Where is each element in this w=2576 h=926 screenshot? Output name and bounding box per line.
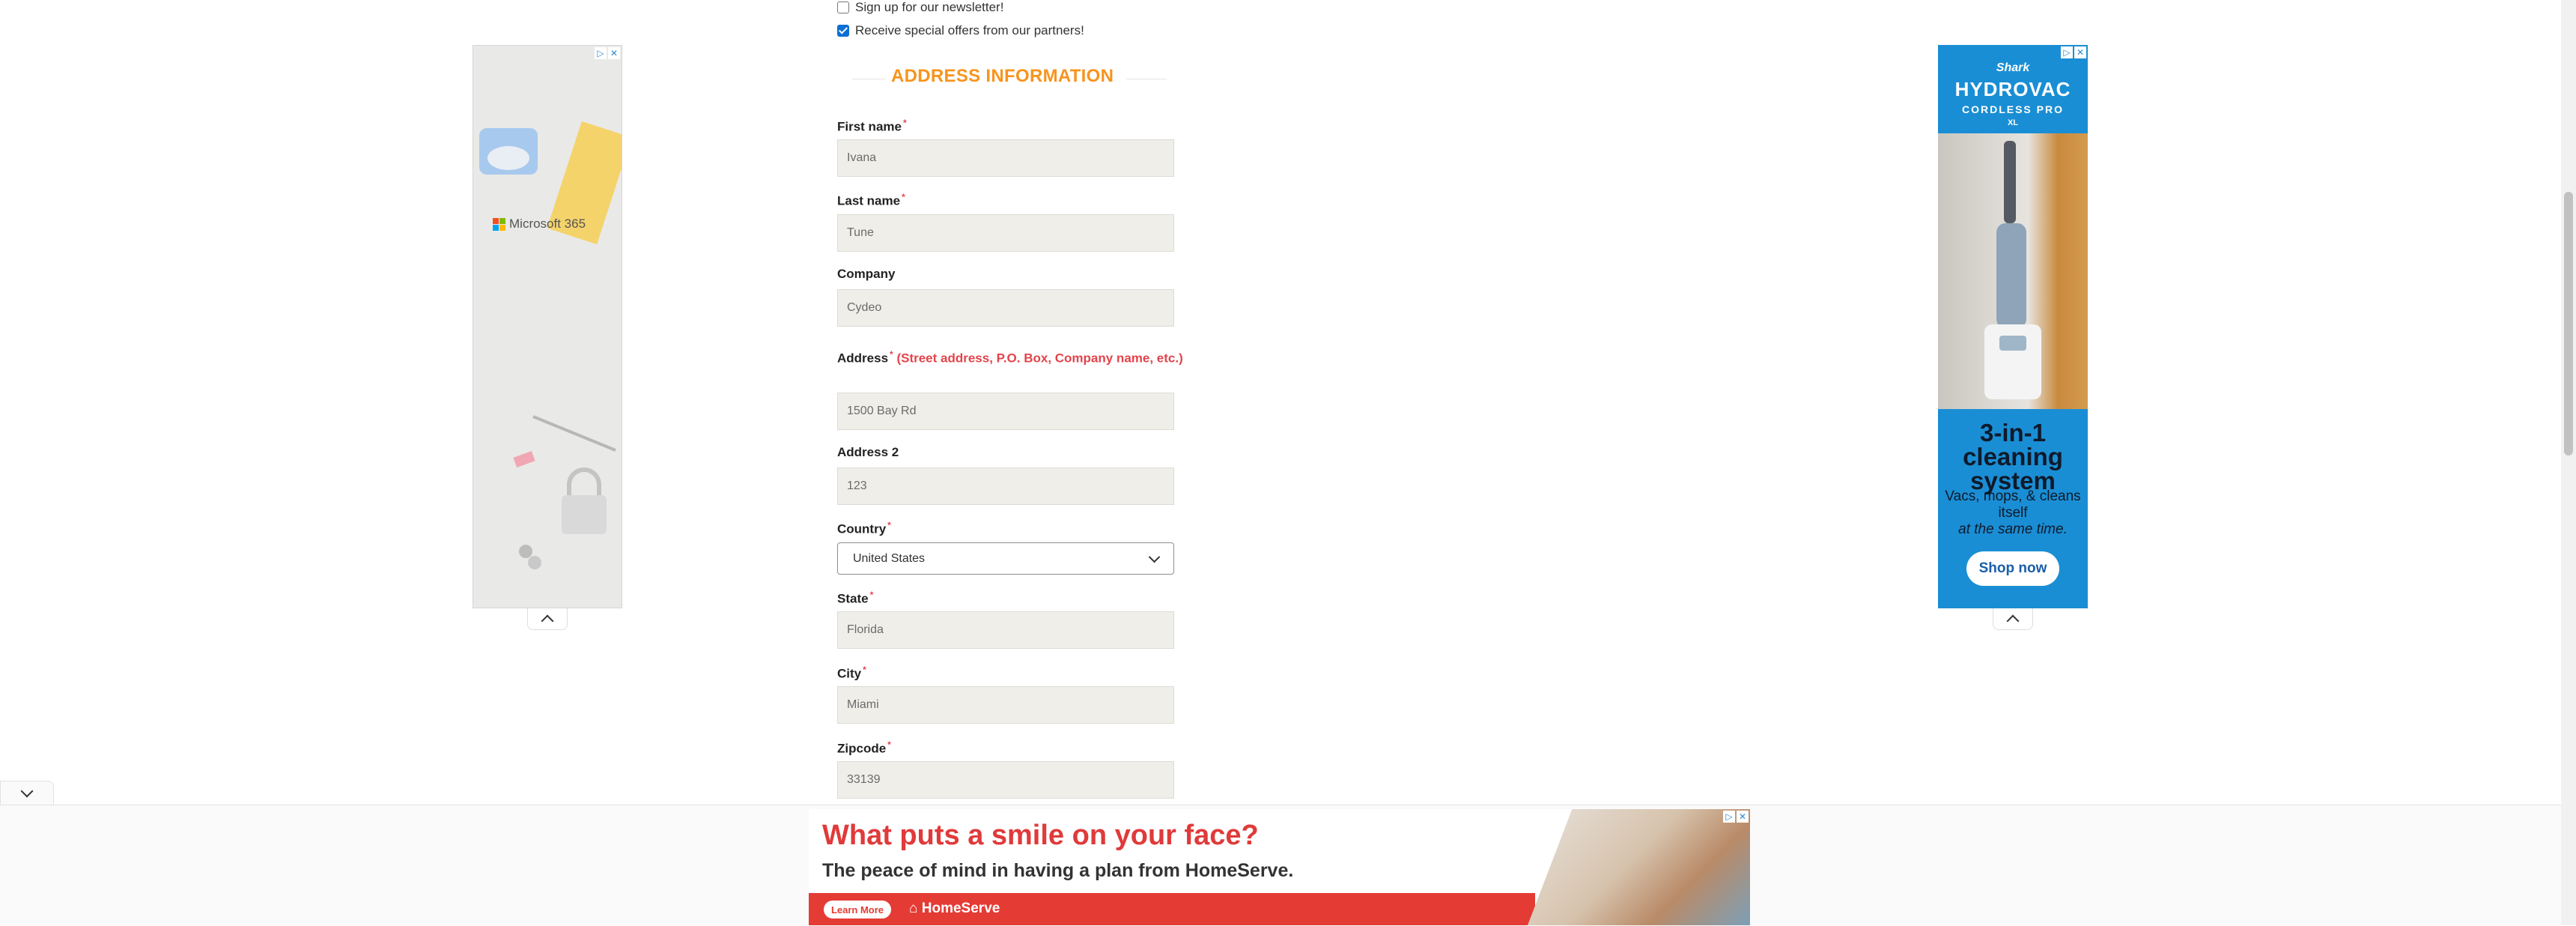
- adchoices-icon[interactable]: ▷: [2061, 46, 2073, 58]
- address-label: Address * (Street address, P.O. Box, Comp…: [837, 349, 1183, 366]
- country-select[interactable]: United States: [837, 542, 1174, 575]
- microsoft-365-logo: Microsoft 365: [493, 217, 586, 232]
- city-input[interactable]: Miami: [837, 686, 1174, 724]
- family-photo: [1528, 809, 1750, 925]
- microsoft-logo-icon: [493, 217, 505, 231]
- vacuum-product-photo: [1938, 133, 2088, 409]
- chevron-down-icon: [1148, 551, 1161, 563]
- adchoices-icon[interactable]: ▷: [595, 47, 607, 59]
- state-label: State *: [837, 590, 874, 606]
- right-ad-collapse-button[interactable]: [1993, 608, 2033, 630]
- bottom-ad-controls: ▷ ✕: [1723, 811, 1749, 823]
- offers-label: Receive special offers from our partners…: [855, 23, 1084, 37]
- product-size: XL: [2007, 118, 2019, 127]
- homeserve-logo: ⌂ HomeServe: [909, 901, 1000, 916]
- last-name-label: Last name *: [837, 192, 905, 208]
- page-scrollbar[interactable]: [2561, 0, 2576, 925]
- shark-brand: Shark: [1996, 61, 2030, 74]
- adchoices-icon[interactable]: ▷: [1723, 811, 1735, 823]
- address2-input[interactable]: 123: [837, 467, 1174, 505]
- last-name-input[interactable]: Tune: [837, 214, 1174, 252]
- offers-checkbox[interactable]: [837, 25, 849, 37]
- product-subname: CORDLESS PRO: [1961, 103, 2064, 115]
- newsletter-option[interactable]: Sign up for our newsletter!: [837, 0, 1003, 15]
- close-icon[interactable]: ✕: [2074, 46, 2086, 58]
- country-selected-value: United States: [853, 551, 926, 565]
- chevron-up-icon: [541, 614, 554, 628]
- zipcode-label: Zipcode *: [837, 739, 891, 756]
- learn-more-button[interactable]: Learn More: [824, 901, 891, 919]
- close-icon[interactable]: ✕: [608, 47, 620, 59]
- country-label: Country *: [837, 520, 891, 536]
- city-label: City *: [837, 665, 866, 681]
- scrollbar-thumb[interactable]: [2564, 192, 2573, 456]
- bottom-ad-subline: The peace of mind in having a plan from …: [822, 860, 1294, 881]
- bottom-ad-banner[interactable]: What puts a smile on your face? The peac…: [809, 809, 1750, 925]
- left-ad-collapse-button[interactable]: [527, 608, 568, 630]
- first-name-label: First name *: [837, 118, 907, 134]
- right-ad-subtext: Vacs, mops, & cleans itself at the same …: [1945, 488, 2081, 537]
- address-input[interactable]: 1500 Bay Rd: [837, 393, 1174, 430]
- left-ad-controls: ▷ ✕: [595, 47, 620, 59]
- company-label: Company: [837, 267, 896, 281]
- zipcode-input[interactable]: 33139: [837, 761, 1174, 799]
- state-input[interactable]: Florida: [837, 611, 1174, 649]
- chevron-down-icon: [20, 784, 34, 798]
- bottom-ad-collapse-button[interactable]: [0, 781, 54, 805]
- right-ad-controls: ▷ ✕: [2061, 46, 2086, 58]
- product-name: HYDROVAC: [1954, 78, 2071, 100]
- address2-label: Address 2: [837, 445, 899, 459]
- vacuum-illustration: [1984, 141, 2041, 399]
- close-icon[interactable]: ✕: [1737, 811, 1749, 823]
- office-supplies-illustration: [479, 121, 622, 569]
- bottom-ad-headline: What puts a smile on your face?: [822, 820, 1259, 851]
- first-name-input[interactable]: Ivana: [837, 139, 1174, 177]
- section-title: ADDRESS INFORMATION: [891, 66, 1114, 86]
- newsletter-label: Sign up for our newsletter!: [855, 0, 1004, 14]
- chevron-up-icon: [2006, 614, 2020, 628]
- right-ad-banner[interactable]: Shark HYDROVAC CORDLESS PRO XL 3-in-1 cl…: [1938, 45, 2088, 608]
- address-hint: (Street address, P.O. Box, Company name,…: [896, 351, 1183, 366]
- company-input[interactable]: Cydeo: [837, 289, 1174, 327]
- left-ad-banner[interactable]: Microsoft 365 ▷ ✕: [473, 45, 622, 608]
- offers-option[interactable]: Receive special offers from our partners…: [837, 23, 1084, 38]
- right-ad-headline: 3-in-1 cleaning system: [1963, 419, 2063, 494]
- shop-now-button[interactable]: Shop now: [1966, 551, 2059, 586]
- newsletter-checkbox[interactable]: [837, 1, 849, 13]
